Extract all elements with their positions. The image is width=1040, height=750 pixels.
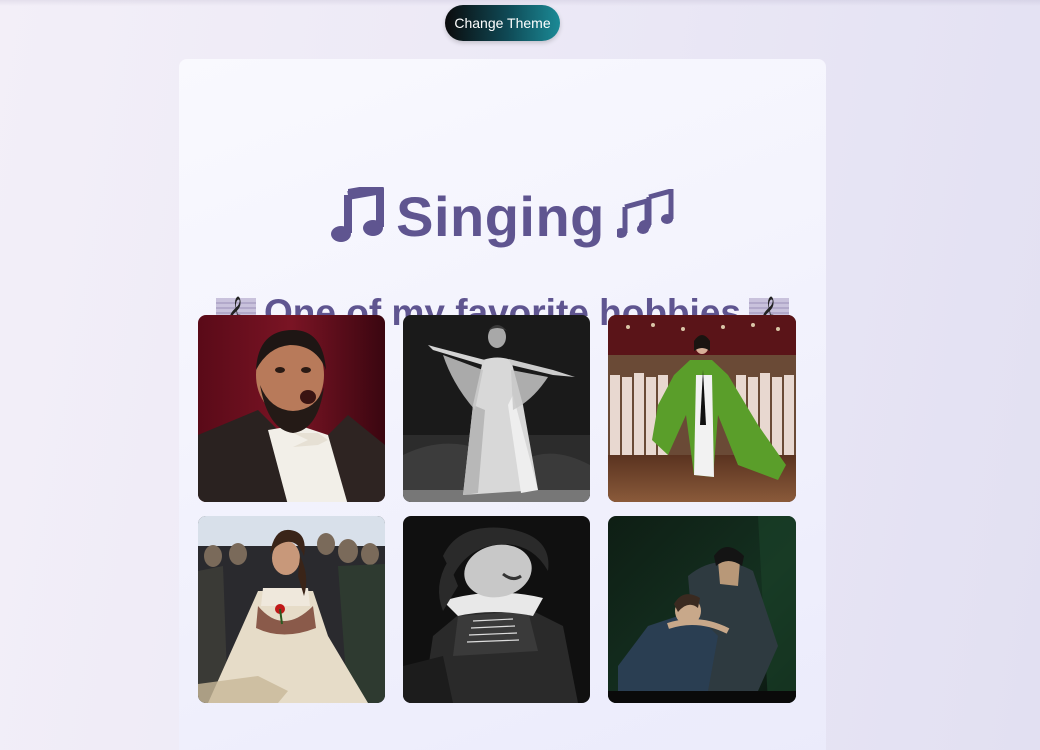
gallery-photo: [198, 516, 385, 703]
page-title: Singing: [396, 184, 605, 248]
photo-gallery: [198, 315, 810, 703]
gallery-photo: [403, 516, 590, 703]
gallery-photo: [198, 315, 385, 502]
gallery-photo: [608, 315, 796, 502]
change-theme-button[interactable]: Change Theme: [445, 5, 560, 41]
title-row: Singing: [179, 181, 826, 251]
content-card: Singing 𝄞 One of my favorite hobbies 𝄞: [179, 59, 826, 750]
music-note-icon: [330, 187, 385, 245]
music-notes-icon: [616, 189, 675, 243]
gallery-photo: [403, 315, 590, 502]
gallery-photo: [608, 516, 796, 703]
